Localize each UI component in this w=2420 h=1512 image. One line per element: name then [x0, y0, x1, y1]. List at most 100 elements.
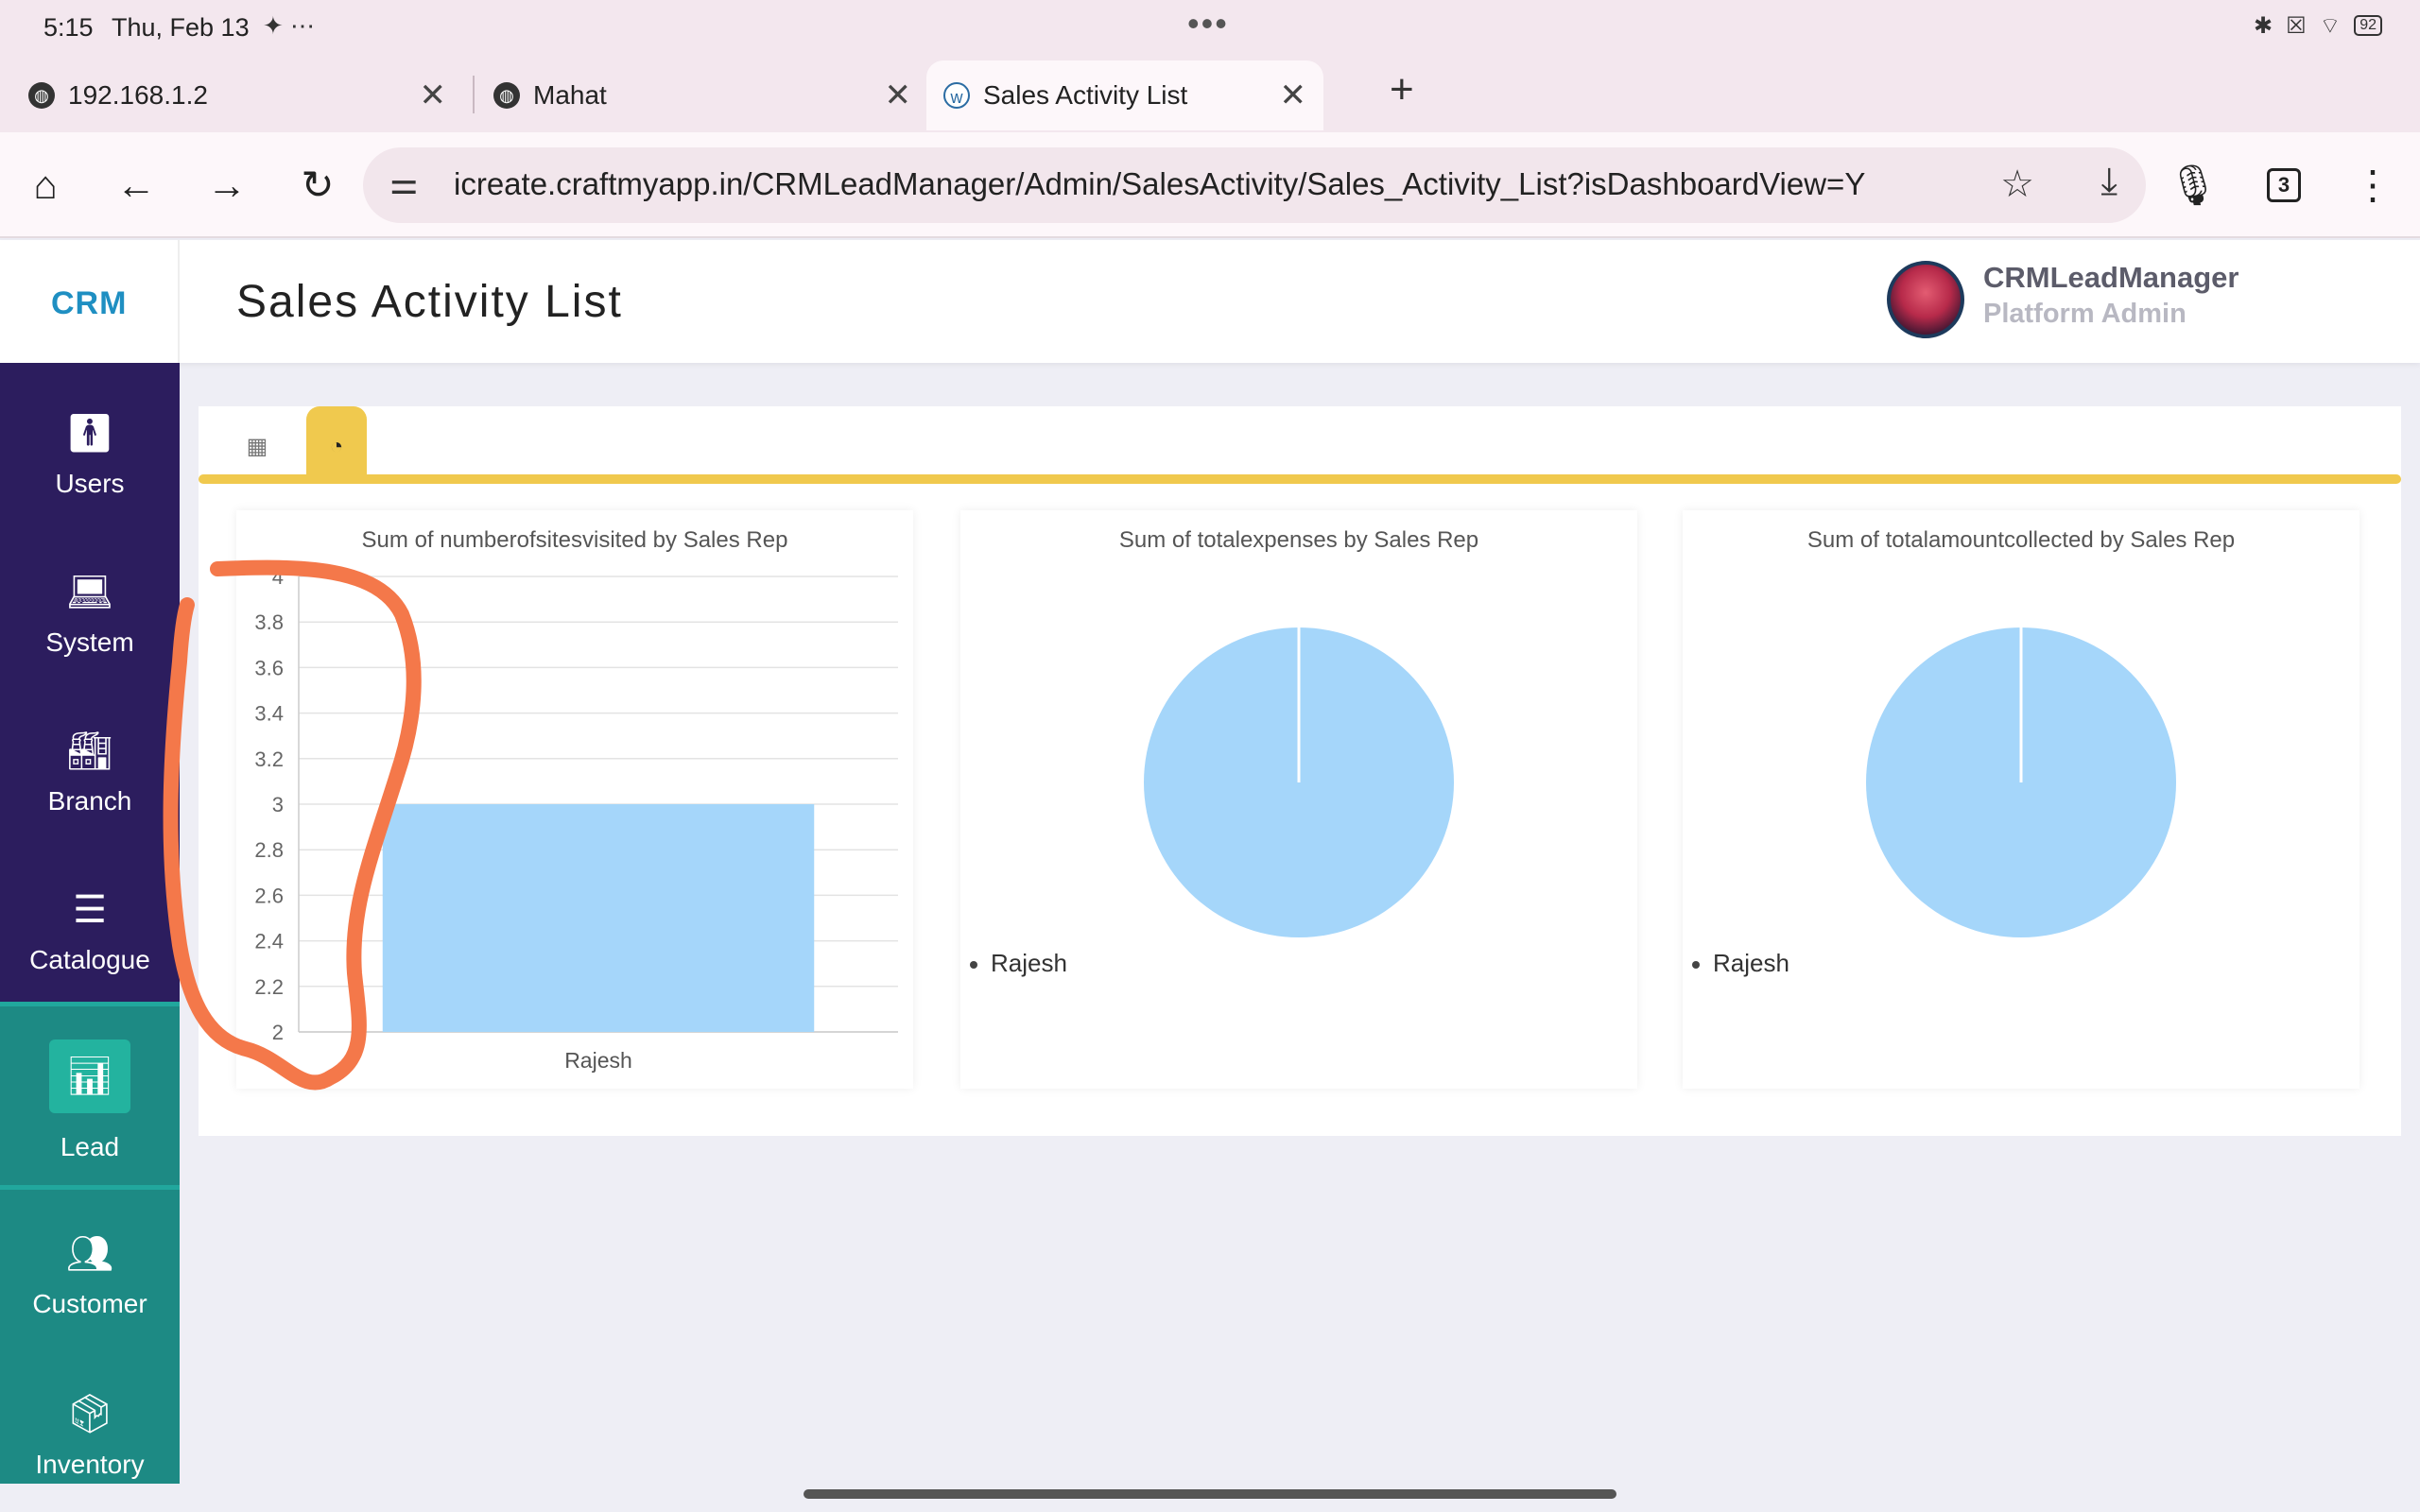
chart-card-total-amount-collected: Sum of totalamountcollected by Sales Rep… — [1683, 510, 2360, 1089]
y-tick-label: 2 — [272, 1021, 284, 1044]
bar — [382, 804, 815, 1032]
sidebar: 🚹︎ Users 💻︎ System 🏭︎ Branch ☰ Catalogue… — [0, 363, 180, 1484]
chart-title: Sum of totalamountcollected by Sales Rep — [1806, 527, 2236, 553]
tab-count-button[interactable]: 3 — [2267, 168, 2301, 202]
sidebar-item-label: Customer — [32, 1289, 147, 1318]
toolbar: ⌂ ← → ↻ ⚌ icreate.craftmyapp.in/CRMLeadM… — [0, 132, 2420, 238]
notification-icons: ✦ ⋯ — [263, 11, 316, 40]
battery-icon: 92 — [2354, 15, 2382, 36]
status-bar: 5:15 Thu, Feb 13 ✦ ⋯ ••• ✱ ☒ ⌔ 92 — [0, 0, 2420, 57]
sidebar-item-label: Catalogue — [29, 945, 150, 974]
tab-underline — [199, 474, 2401, 484]
bookmark-star-icon[interactable]: ☆ — [2000, 163, 2034, 206]
y-tick-label: 3.2 — [254, 747, 284, 771]
crm-logo: CRM — [51, 285, 128, 321]
y-tick-label: 3.6 — [254, 656, 284, 679]
forward-icon[interactable]: → — [200, 159, 253, 212]
system-icons: ✱ ☒ ⌔ 92 — [2254, 11, 2382, 40]
status-date: Thu, Feb 13 — [112, 13, 250, 42]
sidebar-item-customer[interactable]: 👥︎ Customer — [0, 1230, 180, 1319]
list-icon: ☰ — [73, 889, 107, 931]
legend-item[interactable]: Rajesh — [1692, 949, 1789, 978]
legend-label: Rajesh — [991, 949, 1067, 977]
home-icon[interactable]: ⌂ — [19, 159, 72, 212]
url-text[interactable]: icreate.craftmyapp.in/CRMLeadManager/Adm… — [454, 166, 1865, 202]
microphone-icon[interactable]: 🎙 — [2167, 159, 2220, 212]
sidebar-item-label: Users — [55, 469, 125, 498]
download-icon[interactable]: ⤓ — [2100, 161, 2118, 203]
new-tab-icon[interactable]: + — [1390, 66, 1414, 113]
menu-icon[interactable]: ⋮ — [2346, 159, 2399, 212]
site-settings-icon[interactable]: ⚌ — [389, 164, 418, 202]
sidebar-item-label: System — [45, 627, 134, 657]
tab-title: Sales Activity List — [983, 80, 1188, 110]
laptop-icon: 💻︎ — [65, 572, 114, 613]
pie-chart — [1144, 627, 1454, 937]
x-tick-label: Rajesh — [564, 1048, 632, 1073]
browser-tab-1[interactable]: ◍ 192.168.1.2 ✕ — [28, 60, 463, 130]
factory-icon: 🏭︎ — [65, 730, 114, 772]
user-icon: 🚹︎ — [65, 413, 114, 455]
tab-strip: ◍ 192.168.1.2 ✕ ◍ Mahat ✕ w Sales Activi… — [0, 57, 2420, 132]
wifi-icon: ⌔ — [2319, 13, 2342, 39]
avatar[interactable] — [1887, 261, 1964, 338]
sidebar-item-catalogue[interactable]: ☰ Catalogue — [0, 886, 180, 975]
chart-title: Sum of numberofsitesvisited by Sales Rep — [361, 527, 788, 553]
boxes-icon: 📦︎ — [65, 1394, 114, 1435]
legend-bullet — [1692, 961, 1700, 970]
sidebar-item-users[interactable]: 🚹︎ Users — [0, 410, 180, 499]
browser-tab-3[interactable]: w Sales Activity List ✕ — [926, 60, 1323, 130]
chart-card-total-expenses: Sum of totalexpenses by Sales Rep Rajesh — [960, 510, 1637, 1089]
sidebar-item-label: Branch — [47, 786, 132, 816]
browser-tab-2[interactable]: ◍ Mahat ✕ — [493, 60, 928, 130]
chart-card-sites-visited: Sum of numberofsitesvisited by Sales Rep… — [236, 510, 913, 1089]
sidebar-divider — [0, 1185, 180, 1190]
close-icon[interactable]: ✕ — [885, 77, 912, 114]
legend-item[interactable]: Rajesh — [970, 949, 1067, 978]
y-tick-label: 3.8 — [254, 610, 284, 634]
chart-title: Sum of totalexpenses by Sales Rep — [1118, 527, 1479, 553]
bar-chart-icon: 📊︎ — [49, 1040, 130, 1113]
users-group-icon: 👥︎ — [65, 1233, 114, 1275]
close-icon[interactable]: ✕ — [420, 77, 447, 114]
reload-icon[interactable]: ↻ — [291, 159, 344, 212]
dashboard-panel: ▦ ◔ Sum of numberofsitesvisited by Sales… — [199, 406, 2401, 1136]
back-icon[interactable]: ← — [110, 159, 163, 212]
y-tick-label: 3 — [272, 793, 284, 816]
y-tick-label: 4 — [272, 567, 284, 589]
app-header: CRM Sales Activity List CRMLeadManager P… — [0, 240, 2420, 363]
user-name[interactable]: CRMLeadManager — [1983, 261, 2238, 295]
sim-icon: ☒ — [2286, 12, 2307, 39]
bluetooth-icon: ✱ — [2254, 12, 2273, 39]
brand-logo-cell: CRM — [0, 240, 180, 363]
sidebar-item-label: Lead — [60, 1132, 120, 1161]
sidebar-item-branch[interactable]: 🏭︎ Branch — [0, 728, 180, 816]
bar-chart: 4 3.8 3.6 3.4 3.2 3 2.8 2.6 2.4 2.2 2 Rajesh — [254, 567, 898, 1073]
status-time: 5:15 — [43, 13, 94, 42]
globe-icon: ◍ — [493, 82, 520, 109]
y-tick-label: 2.6 — [254, 884, 284, 907]
pie-chart — [1866, 627, 2176, 937]
chart-view-icon[interactable]: ◔ — [306, 406, 367, 478]
close-icon[interactable]: ✕ — [1280, 77, 1307, 114]
y-tick-label: 2.8 — [254, 838, 284, 862]
legend-label: Rajesh — [1713, 949, 1789, 977]
y-tick-label: 3.4 — [254, 702, 284, 726]
sidebar-item-inventory[interactable]: 📦︎ Inventory — [0, 1391, 180, 1480]
user-role: Platform Admin — [1983, 299, 2187, 329]
y-tick-label: 2.4 — [254, 930, 284, 954]
legend-bullet — [970, 961, 977, 970]
sidebar-item-label: Inventory — [35, 1450, 145, 1479]
sidebar-item-lead[interactable]: 📊︎ Lead — [0, 1040, 180, 1162]
view-tabs: ▦ ◔ — [199, 406, 2401, 478]
tab-title: Mahat — [533, 80, 607, 110]
globe-icon: ◍ — [28, 82, 55, 109]
table-view-icon[interactable]: ▦ — [227, 406, 287, 478]
sidebar-item-system[interactable]: 💻︎ System — [0, 569, 180, 658]
page-title: Sales Activity List — [236, 277, 623, 327]
tab-title: 192.168.1.2 — [68, 80, 208, 110]
w-favicon-icon: w — [943, 82, 970, 109]
multitask-dots-icon[interactable]: ••• — [1187, 4, 1229, 43]
address-bar[interactable]: ⚌ icreate.craftmyapp.in/CRMLeadManager/A… — [363, 147, 2146, 223]
gesture-home-bar[interactable] — [804, 1489, 1616, 1499]
